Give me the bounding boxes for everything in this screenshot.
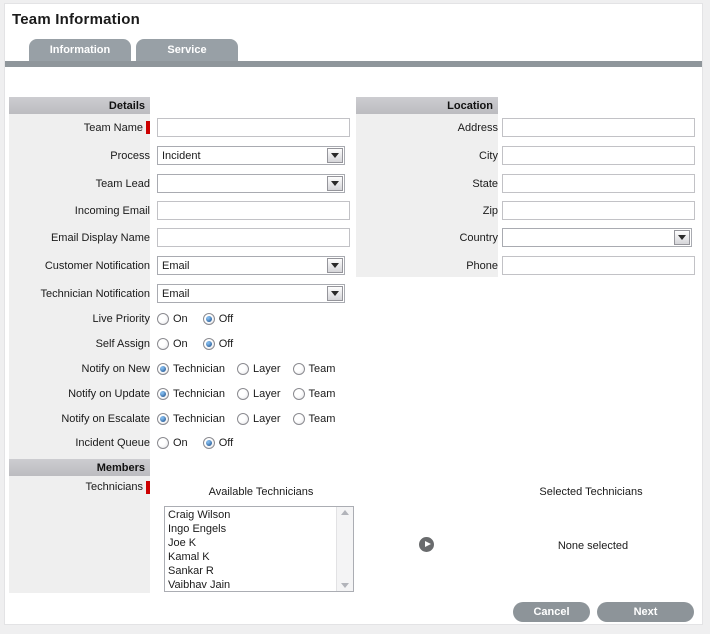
notify-escalate-technician-radio[interactable]: Technician: [157, 413, 225, 425]
customer-notification-select-value: Email: [158, 260, 326, 272]
zip-input[interactable]: [502, 201, 695, 220]
next-button[interactable]: Next: [597, 602, 694, 622]
process-label: Process: [9, 150, 150, 162]
notify-update-layer-radio[interactable]: Layer: [237, 388, 281, 400]
state-input[interactable]: [502, 174, 695, 193]
page-title: Team Information: [12, 11, 140, 28]
technician-list-item[interactable]: Joe K: [168, 536, 336, 550]
chevron-down-icon[interactable]: [327, 258, 343, 273]
technician-list-item[interactable]: Craig Wilson: [168, 508, 336, 522]
notify-new-team-radio[interactable]: Team: [293, 363, 336, 375]
process-select[interactable]: Incident: [157, 146, 345, 165]
self-assign-on-radio[interactable]: On: [157, 338, 188, 350]
city-label: City: [356, 150, 498, 162]
technician-notification-select[interactable]: Email: [157, 284, 345, 303]
team-lead-label: Team Lead: [9, 178, 150, 190]
notify-on-escalate-label: Notify on Escalate: [9, 413, 150, 425]
required-marker: [146, 121, 150, 134]
details-section-header: Details: [9, 97, 150, 114]
notify-new-technician-radio[interactable]: Technician: [157, 363, 225, 375]
self-assign-off-radio[interactable]: Off: [203, 338, 233, 350]
tab-service[interactable]: Service: [136, 39, 238, 61]
notify-on-update-label: Notify on Update: [9, 388, 150, 400]
notify-update-technician-radio[interactable]: Technician: [157, 388, 225, 400]
phone-input[interactable]: [502, 256, 695, 275]
live-priority-label: Live Priority: [9, 313, 150, 325]
listbox-scrollbar[interactable]: [336, 507, 353, 591]
customer-notification-select[interactable]: Email: [157, 256, 345, 275]
members-section-header: Members: [9, 459, 150, 476]
chevron-down-icon[interactable]: [327, 286, 343, 301]
technician-list-item[interactable]: Sankar R: [168, 564, 336, 578]
tab-underline-bar: [5, 61, 702, 67]
address-label: Address: [356, 122, 498, 134]
team-name-input[interactable]: [157, 118, 350, 137]
email-display-name-input[interactable]: [157, 228, 350, 247]
live-priority-on-radio[interactable]: On: [157, 313, 188, 325]
team-information-panel: Team Information Information Service Det…: [4, 3, 703, 625]
selected-technicians-label: Selected Technicians: [491, 486, 691, 498]
notify-on-new-label: Notify on New: [9, 363, 150, 375]
technicians-label: Technicians: [9, 481, 150, 494]
process-select-value: Incident: [158, 150, 326, 162]
city-input[interactable]: [502, 146, 695, 165]
country-label: Country: [356, 232, 498, 244]
incoming-email-input[interactable]: [157, 201, 350, 220]
technician-notification-select-value: Email: [158, 288, 326, 300]
notify-escalate-team-radio[interactable]: Team: [293, 413, 336, 425]
cancel-button[interactable]: Cancel: [513, 602, 590, 622]
chevron-down-icon[interactable]: [327, 148, 343, 163]
available-technicians-label: Available Technicians: [161, 486, 361, 498]
technician-notification-label: Technician Notification: [9, 288, 150, 300]
live-priority-off-radio[interactable]: Off: [203, 313, 233, 325]
incident-queue-label: Incident Queue: [9, 437, 150, 449]
technician-list-item[interactable]: Ingo Engels: [168, 522, 336, 536]
incident-queue-on-radio[interactable]: On: [157, 437, 188, 449]
move-right-button[interactable]: [419, 537, 434, 552]
address-input[interactable]: [502, 118, 695, 137]
selected-technicians-empty-text: None selected: [493, 540, 693, 552]
scroll-down-icon[interactable]: [341, 583, 349, 588]
tab-information[interactable]: Information: [29, 39, 131, 61]
notify-escalate-layer-radio[interactable]: Layer: [237, 413, 281, 425]
incoming-email-label: Incoming Email: [9, 205, 150, 217]
state-label: State: [356, 178, 498, 190]
zip-label: Zip: [356, 205, 498, 217]
notify-new-layer-radio[interactable]: Layer: [237, 363, 281, 375]
country-select[interactable]: [502, 228, 692, 247]
technician-list-item[interactable]: Kamal K: [168, 550, 336, 564]
technician-list-item[interactable]: Vaibhav Jain: [168, 578, 336, 591]
email-display-name-label: Email Display Name: [9, 232, 150, 244]
chevron-down-icon[interactable]: [327, 176, 343, 191]
phone-label: Phone: [356, 260, 498, 272]
notify-update-team-radio[interactable]: Team: [293, 388, 336, 400]
self-assign-label: Self Assign: [9, 338, 150, 350]
chevron-down-icon[interactable]: [674, 230, 690, 245]
available-technicians-listbox[interactable]: Craig WilsonIngo EngelsJoe KKamal KSanka…: [164, 506, 354, 592]
incident-queue-off-radio[interactable]: Off: [203, 437, 233, 449]
scroll-up-icon[interactable]: [341, 510, 349, 515]
required-marker: [146, 481, 150, 494]
team-name-label: Team Name: [9, 121, 150, 134]
customer-notification-label: Customer Notification: [9, 260, 150, 272]
location-section-header: Location: [356, 97, 498, 114]
team-lead-select[interactable]: [157, 174, 345, 193]
